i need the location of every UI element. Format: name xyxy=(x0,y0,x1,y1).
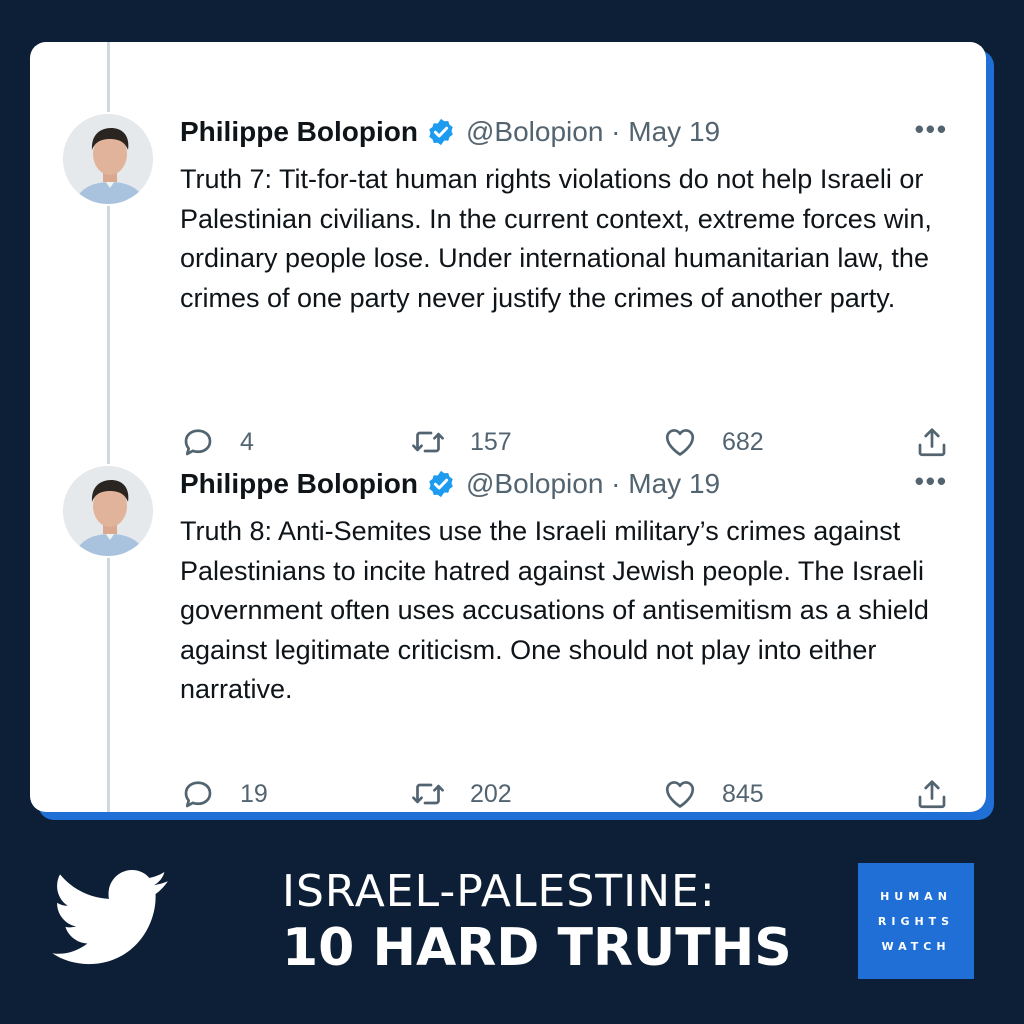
retweet-arrows-icon xyxy=(412,431,444,453)
retweet-count: 157 xyxy=(470,427,512,456)
share-button[interactable] xyxy=(914,422,950,462)
tweet-actions: 19 202 845 xyxy=(180,774,960,812)
reply-count: 19 xyxy=(240,779,268,808)
footer-title-line2: 10 HARD TRUTHS xyxy=(282,918,792,978)
reply-count: 4 xyxy=(240,427,254,456)
like-count: 682 xyxy=(722,427,764,456)
tweet-thread-card: Philippe Bolopion @Bolopion · May 19 •••… xyxy=(30,42,986,812)
like-count: 845 xyxy=(722,779,764,808)
share-button[interactable] xyxy=(914,774,950,812)
more-options-icon[interactable]: ••• xyxy=(915,466,948,497)
verified-badge-icon xyxy=(429,470,453,498)
reply-bubble-icon xyxy=(184,429,212,456)
like-button[interactable]: 845 xyxy=(662,774,764,812)
retweet-count: 202 xyxy=(470,779,512,808)
heart-icon xyxy=(665,781,695,808)
tweet-text: Truth 8: Anti-Semites use the Israeli mi… xyxy=(180,516,929,704)
author-name[interactable]: Philippe Bolopion xyxy=(180,468,418,500)
reply-button[interactable]: 19 xyxy=(180,774,268,812)
footer-title: ISRAEL-PALESTINE: 10 HARD TRUTHS xyxy=(282,866,792,978)
logo-line: RIGHTS xyxy=(877,914,955,928)
tweet-header: Philippe Bolopion @Bolopion · May 19 xyxy=(180,464,720,504)
retweet-arrows-icon xyxy=(412,783,444,805)
avatar[interactable] xyxy=(61,112,155,206)
author-name[interactable]: Philippe Bolopion xyxy=(180,116,418,148)
retweet-button[interactable]: 157 xyxy=(410,422,512,462)
reply-button[interactable]: 4 xyxy=(180,422,254,462)
logo-line: HUMAN xyxy=(880,889,952,903)
tweet-actions: 4 157 682 xyxy=(180,422,960,462)
author-handle-date[interactable]: @Bolopion · May 19 xyxy=(466,468,720,500)
share-upload-icon xyxy=(918,780,946,809)
verified-badge-icon xyxy=(429,118,453,146)
like-button[interactable]: 682 xyxy=(662,422,764,462)
twitter-bird-icon xyxy=(52,870,168,965)
share-upload-icon xyxy=(918,428,946,457)
logo-line: WATCH xyxy=(881,939,951,953)
more-options-icon[interactable]: ••• xyxy=(915,114,948,145)
tweet-header: Philippe Bolopion @Bolopion · May 19 xyxy=(180,112,720,152)
author-handle-date[interactable]: @Bolopion · May 19 xyxy=(466,116,720,148)
avatar[interactable] xyxy=(61,464,155,558)
footer-title-line1: ISRAEL-PALESTINE: xyxy=(282,866,716,917)
human-rights-watch-logo: HUMAN RIGHTS WATCH xyxy=(858,863,974,979)
heart-icon xyxy=(665,429,695,456)
retweet-button[interactable]: 202 xyxy=(410,774,512,812)
reply-bubble-icon xyxy=(184,781,212,808)
tweet-text: Truth 7: Tit-for-tat human rights violat… xyxy=(180,164,932,313)
